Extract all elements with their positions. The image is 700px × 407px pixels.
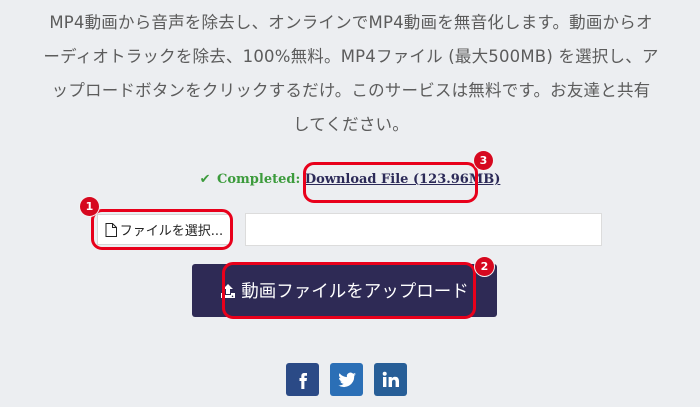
file-name-field[interactable] (245, 213, 602, 246)
description-line-1: MP4動画から音声を除去し、オンラインでMP4動画を無音化します。動画からオ (49, 13, 653, 32)
description-line-3: ップロードボタンをクリックするだけ。このサービスは無料です。お友達と共有 (51, 81, 651, 100)
description-text: MP4動画から音声を除去し、オンラインでMP4動画を無音化します。動画からオ ー… (28, 6, 674, 142)
description-line-2: ーディオトラックを除去、100%無料。MP4ファイル (最大500MB) を選択… (43, 47, 659, 66)
checkmark-icon: ✔ (199, 172, 211, 187)
description-line-4: してください。 (293, 115, 409, 134)
download-file-link[interactable]: Download File (123.96MB) (305, 172, 501, 187)
upload-button-label: 動画ファイルをアップロード (241, 282, 469, 302)
completed-label: Completed: (217, 172, 301, 187)
choose-file-label: ファイルを選択... (119, 224, 224, 239)
annotation-badge-3: 3 (474, 151, 493, 170)
choose-file-button[interactable]: ファイルを選択... (97, 214, 231, 245)
upload-video-button[interactable]: 動画ファイルをアップロード (192, 264, 497, 317)
facebook-icon[interactable] (286, 363, 319, 396)
upload-icon (221, 283, 236, 298)
annotation-badge-1: 1 (80, 197, 99, 216)
linkedin-icon[interactable] (374, 363, 407, 396)
twitter-icon[interactable] (330, 363, 363, 396)
completed-status: ✔ Completed: Download File (123.96MB) (0, 172, 700, 187)
annotation-badge-2: 2 (475, 257, 494, 276)
document-icon (105, 222, 117, 237)
social-share-bar (286, 363, 407, 396)
